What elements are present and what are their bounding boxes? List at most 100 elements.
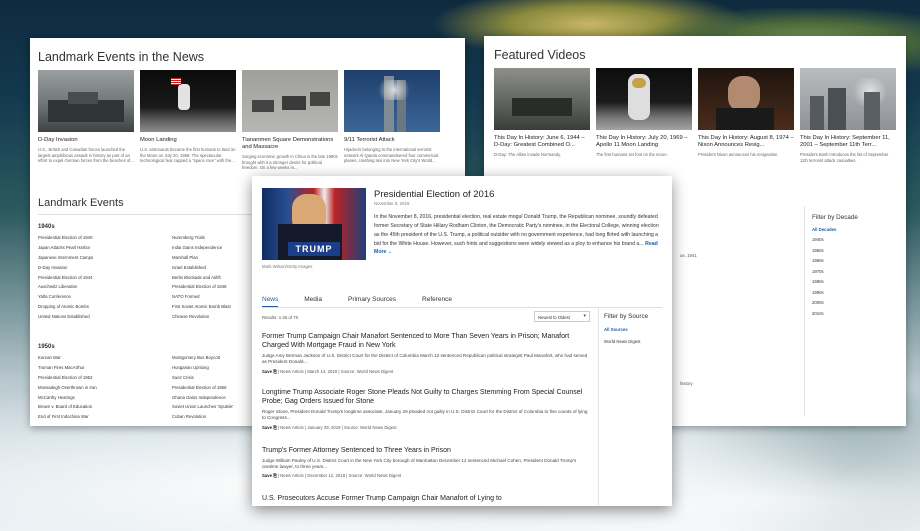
event-link[interactable]: Presidential Election of 1944 — [38, 275, 93, 280]
video-thumbnail[interactable] — [494, 68, 590, 130]
article-meta-text: | News Article | December 12, 2018 | Sou… — [277, 473, 402, 479]
event-link[interactable]: Presidential Election of 1948 — [172, 285, 231, 290]
save-button[interactable]: Save — [262, 369, 272, 374]
video-card[interactable]: This Day In History: July 20, 1969 – Apo… — [596, 68, 692, 158]
save-button[interactable]: Save — [262, 473, 272, 478]
event-list: Montgomery Bus Boycott Hungarian Uprisin… — [172, 355, 233, 425]
event-link[interactable]: Presidential Election of 1956 — [172, 385, 233, 390]
news-card-title[interactable]: D-Day Invasion — [38, 137, 134, 144]
filter-item[interactable]: 1960s — [812, 259, 836, 264]
event-link[interactable]: Chinese Revolution — [172, 314, 231, 319]
sort-select[interactable]: Newest to Oldest ▾ — [534, 311, 590, 322]
article-item-title[interactable]: Longtime Trump Associate Roger Stone Ple… — [262, 388, 588, 406]
news-card-title[interactable]: 9/11 Terrorist Attack — [344, 137, 440, 144]
filter-item[interactable]: All Decades — [812, 227, 836, 232]
news-thumbnail[interactable] — [344, 70, 440, 132]
event-link[interactable]: Presidential Election of 1940 — [38, 235, 93, 240]
save-icon[interactable]: ⎘ — [273, 473, 276, 478]
partial-text: history — [680, 381, 693, 386]
filter-item[interactable]: 1980s — [812, 280, 836, 285]
video-thumbnail[interactable] — [596, 68, 692, 130]
summary-text: In the November 8, 2016, presidential el… — [374, 214, 659, 247]
event-link[interactable]: Marshall Plan — [172, 255, 231, 260]
video-card-title[interactable]: This Day In History: September 11, 2001 … — [800, 135, 896, 149]
article-item[interactable]: Trump's Former Attorney Sentenced to Thr… — [262, 446, 588, 478]
article-meta-text: | News Article | March 13, 2019 | Source… — [277, 368, 394, 374]
news-card[interactable]: D-Day Invasion U.S., British and Canadia… — [38, 70, 134, 164]
event-link[interactable]: Israel Established — [172, 265, 231, 270]
event-link[interactable]: Cuban Revolution — [172, 415, 233, 420]
news-card[interactable]: 9/11 Terrorist Attack Hijackers belongin… — [344, 70, 440, 164]
event-link[interactable]: Montgomery Bus Boycott — [172, 355, 233, 360]
chevron-down-icon[interactable]: ⌄ — [388, 249, 392, 255]
sort-label: Newest to Oldest — [538, 315, 570, 320]
event-link[interactable]: United Nations Established — [38, 314, 93, 319]
event-link[interactable]: Brown v. Board of Education — [38, 405, 97, 410]
article-date: November 8, 2016 — [374, 201, 410, 206]
news-card[interactable]: Tiananmen Square Demonstrations and Mass… — [242, 70, 338, 171]
article-item-body: Roger Stone, President Donald Trump's lo… — [262, 409, 588, 421]
divider — [804, 206, 805, 416]
event-link[interactable]: Berlin Blockade and Airlift — [172, 275, 231, 280]
news-card[interactable]: Moon Landing U.S. astronauts became the … — [140, 70, 236, 164]
event-link[interactable]: Yalta Conference — [38, 295, 93, 300]
news-card-title[interactable]: Tiananmen Square Demonstrations and Mass… — [242, 137, 338, 151]
event-link[interactable]: Japan Attacks Pearl Harbor — [38, 245, 93, 250]
event-link[interactable]: Japanese Internment Camps — [38, 255, 93, 260]
filter-item[interactable]: 1990s — [812, 290, 836, 295]
article-meta-text: | News Article | January 29, 2019 | Sour… — [277, 424, 397, 430]
filter-item[interactable]: 1940s — [812, 238, 836, 243]
video-thumbnail[interactable] — [800, 68, 896, 130]
event-link[interactable]: First Soviet Atomic Bomb Blast — [172, 304, 231, 309]
event-link[interactable]: India Gains Independence — [172, 245, 231, 250]
article-item-meta: Save ⎘ | News Article | December 12, 201… — [262, 473, 588, 478]
article-item[interactable]: Longtime Trump Associate Roger Stone Ple… — [262, 388, 588, 430]
save-icon[interactable]: ⎘ — [273, 425, 276, 430]
article-item[interactable]: Former Trump Campaign Chair Manafort Sen… — [262, 332, 588, 374]
event-link[interactable]: Suez Crisis — [172, 375, 233, 380]
chevron-down-icon: ▾ — [583, 313, 586, 319]
article-item[interactable]: U.S. Prosecutors Accuse Former Trump Cam… — [262, 494, 588, 503]
event-link[interactable]: Dropping of Atomic Bombs — [38, 304, 93, 309]
article-item-title[interactable]: Former Trump Campaign Chair Manafort Sen… — [262, 332, 588, 350]
news-thumbnail[interactable] — [38, 70, 134, 132]
event-link[interactable]: Hungarian Uprising — [172, 365, 233, 370]
event-link[interactable]: Truman Fires MacArthur — [38, 365, 97, 370]
event-link[interactable]: Mossadegh Overthrown in Iran — [38, 385, 97, 390]
news-thumbnail[interactable] — [140, 70, 236, 132]
video-thumbnail[interactable] — [698, 68, 794, 130]
video-card-title[interactable]: This Day In History: August 8, 1974 – Ni… — [698, 135, 794, 149]
filter-item[interactable]: 1970s — [812, 269, 836, 274]
filter-item[interactable]: 1950s — [812, 248, 836, 253]
save-button[interactable]: Save — [262, 425, 272, 430]
event-link[interactable]: Soviet Union Launches 'Sputnik' — [172, 405, 233, 410]
video-card[interactable]: This Day In History: August 8, 1974 – Ni… — [698, 68, 794, 158]
event-link[interactable]: Ghana Gains Independence — [172, 395, 233, 400]
video-card-desc: The first humans set foot on the moon. — [596, 152, 668, 158]
event-link[interactable]: End of First Indochina War — [38, 415, 97, 420]
filter-item[interactable]: All Sources — [604, 327, 628, 332]
podium-sign: TRUMP — [288, 242, 340, 256]
event-link[interactable]: McCarthy Hearings — [38, 395, 97, 400]
save-icon[interactable]: ⎘ — [273, 369, 276, 374]
video-card-title[interactable]: This Day In History: July 20, 1969 – Apo… — [596, 135, 692, 149]
article-item-title[interactable]: Trump's Former Attorney Sentenced to Thr… — [262, 446, 588, 455]
event-link[interactable]: D-Day Invasion — [38, 265, 93, 270]
article-item-title[interactable]: U.S. Prosecutors Accuse Former Trump Cam… — [262, 494, 588, 503]
video-card-title[interactable]: This Day In History: June 6, 1944 – D-Da… — [494, 135, 590, 149]
filter-item[interactable]: 2000s — [812, 301, 836, 306]
filter-item[interactable]: World News Digest — [604, 339, 640, 344]
section-title: Landmark Events — [38, 197, 124, 209]
filter-item[interactable]: 2010s — [812, 311, 836, 316]
event-link[interactable]: Auschwitz Liberation — [38, 285, 93, 290]
event-link[interactable]: Korean War — [38, 355, 97, 360]
filter-title: Filter by Source — [604, 313, 649, 320]
news-card-title[interactable]: Moon Landing — [140, 137, 236, 144]
video-card[interactable]: This Day In History: September 11, 2001 … — [800, 68, 896, 163]
news-thumbnail[interactable] — [242, 70, 338, 132]
event-link[interactable]: Nuremberg Trials — [172, 235, 231, 240]
video-card[interactable]: This Day In History: June 6, 1944 – D-Da… — [494, 68, 590, 158]
video-card-desc: President Nixon announces his resignatio… — [698, 152, 779, 158]
event-link[interactable]: NATO Formed — [172, 295, 231, 300]
event-link[interactable]: Presidential Election of 1952 — [38, 375, 97, 380]
